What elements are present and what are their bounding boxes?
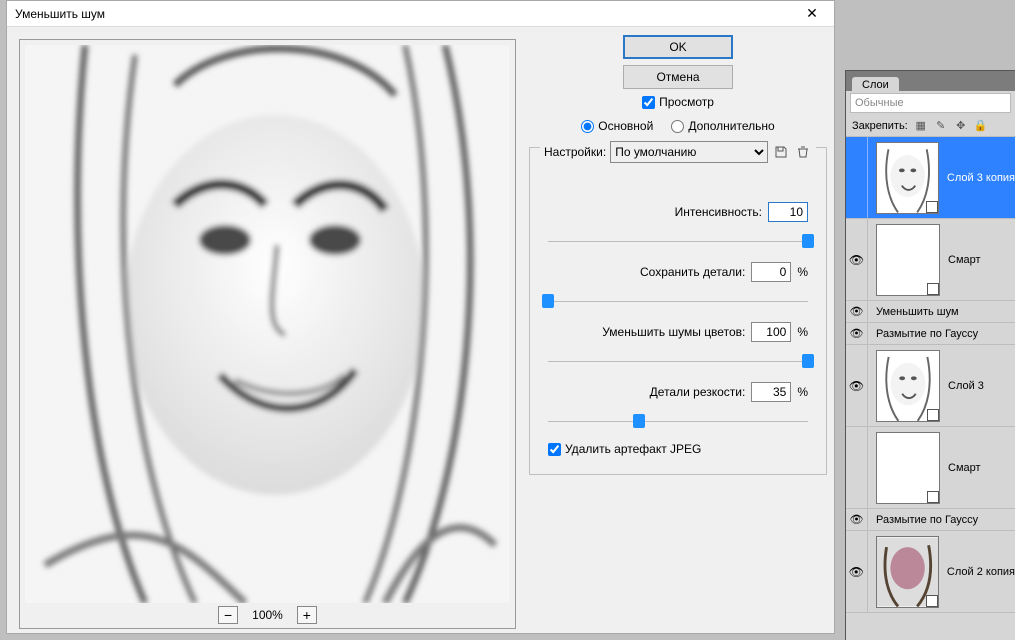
color-slider-group: Уменьшить шумы цветов:% — [548, 322, 808, 362]
preview-container: − 100% + — [19, 39, 516, 629]
tab-layers[interactable]: Слои — [852, 77, 899, 91]
settings-preset-select[interactable]: По умолчанию — [610, 141, 768, 163]
visibility-toggle[interactable]: 👁 — [846, 509, 868, 530]
lock-all-icon[interactable]: 🔒 — [974, 119, 988, 133]
remove-jpeg-label[interactable]: Удалить артефакт JPEG — [565, 442, 701, 456]
layer-thumbnail[interactable] — [876, 536, 939, 608]
lock-label: Закрепить: — [852, 120, 908, 132]
strength-slider-track[interactable] — [548, 228, 808, 242]
visibility-toggle[interactable]: 👁 — [846, 323, 868, 344]
color-input[interactable] — [751, 322, 791, 342]
zoom-controls: − 100% + — [20, 602, 515, 628]
color-slider-thumb[interactable] — [802, 354, 814, 368]
color-label: Уменьшить шумы цветов: — [602, 325, 745, 339]
layer-item[interactable]: Слой 3 копия — [846, 137, 1015, 219]
zoom-out-button[interactable]: − — [218, 606, 238, 624]
layers-tabbar: Слои — [846, 71, 1015, 91]
dialog-titlebar: Уменьшить шум ✕ — [7, 1, 834, 27]
layer-thumbnail[interactable] — [876, 224, 940, 296]
mode-basic-input[interactable] — [581, 120, 594, 133]
layer-item[interactable]: Смарт — [846, 427, 1015, 509]
lock-transparency-icon[interactable]: ▦ — [914, 119, 928, 133]
ok-button[interactable]: OK — [623, 35, 733, 59]
mode-basic-label: Основной — [598, 119, 653, 133]
mode-advanced-radio[interactable]: Дополнительно — [671, 119, 774, 133]
preserve-label: Сохранить детали: — [640, 265, 745, 279]
layers-panel: Слои Обычные Закрепить: ▦ ✎ ✥ 🔒 Слой 3 к… — [845, 70, 1015, 640]
preview-checkbox[interactable] — [642, 96, 655, 109]
layer-item[interactable]: 👁 Слой 3 — [846, 345, 1015, 427]
dialog-controls: OK Отмена Просмотр Основной Дополнительн… — [529, 35, 827, 475]
visibility-toggle[interactable]: 👁 — [846, 345, 868, 426]
visibility-toggle[interactable]: 👁 — [846, 219, 868, 300]
delete-preset-icon[interactable] — [794, 143, 812, 161]
mode-advanced-label: Дополнительно — [688, 119, 774, 133]
layer-name: Слой 3 — [948, 380, 984, 392]
remove-jpeg-checkbox[interactable] — [548, 443, 561, 456]
preview-image[interactable] — [25, 45, 509, 603]
preview-checkbox-label[interactable]: Просмотр — [659, 95, 714, 109]
settings-label: Настройки: — [544, 145, 606, 159]
mode-basic-radio[interactable]: Основной — [581, 119, 653, 133]
sharpen-label: Детали резкости: — [650, 385, 746, 399]
lock-paint-icon[interactable]: ✎ — [934, 119, 948, 133]
layer-item[interactable]: 👁 Смарт — [846, 219, 1015, 301]
sharpen-slider-thumb[interactable] — [633, 414, 645, 428]
mode-advanced-input[interactable] — [671, 120, 684, 133]
layer-name: Слой 3 копия — [947, 172, 1015, 184]
layer-item[interactable]: 👁 Слой 2 копия — [846, 531, 1015, 613]
lock-move-icon[interactable]: ✥ — [954, 119, 968, 133]
color-unit: % — [797, 325, 808, 339]
strength-label: Интенсивность: — [675, 205, 762, 219]
reduce-noise-dialog: Уменьшить шум ✕ — [6, 0, 835, 634]
smart-filter-item[interactable]: 👁Размытие по Гауссу — [846, 509, 1015, 531]
smart-filter-label: Уменьшить шум — [868, 306, 959, 318]
smart-filter-item[interactable]: 👁Уменьшить шум — [846, 301, 1015, 323]
preserve-input[interactable] — [751, 262, 791, 282]
sharpen-unit: % — [797, 385, 808, 399]
cancel-button[interactable]: Отмена — [623, 65, 733, 89]
smart-filter-label: Размытие по Гауссу — [868, 514, 978, 526]
save-preset-icon[interactable] — [772, 143, 790, 161]
preserve-slider-group: Сохранить детали:% — [548, 262, 808, 302]
layer-thumbnail[interactable] — [876, 350, 940, 422]
sharpen-slider-track[interactable] — [548, 408, 808, 422]
lock-row: Закрепить: ▦ ✎ ✥ 🔒 — [846, 115, 1015, 137]
visibility-toggle[interactable] — [846, 137, 868, 218]
zoom-level: 100% — [252, 608, 283, 622]
settings-group: Настройки: По умолчанию Интенсивность:Со… — [529, 147, 827, 475]
zoom-in-button[interactable]: + — [297, 606, 317, 624]
visibility-toggle[interactable] — [846, 427, 868, 508]
visibility-toggle[interactable]: 👁 — [846, 531, 868, 612]
color-slider-track[interactable] — [548, 348, 808, 362]
preserve-slider-track[interactable] — [548, 288, 808, 302]
sharpen-input[interactable] — [751, 382, 791, 402]
strength-input[interactable] — [768, 202, 808, 222]
layer-thumbnail[interactable] — [876, 142, 939, 214]
smart-filter-item[interactable]: 👁Размытие по Гауссу — [846, 323, 1015, 345]
layer-name: Смарт — [948, 462, 981, 474]
strength-slider-group: Интенсивность: — [548, 202, 808, 242]
visibility-toggle[interactable]: 👁 — [846, 301, 868, 322]
dialog-title: Уменьшить шум — [15, 7, 105, 21]
strength-slider-thumb[interactable] — [802, 234, 814, 248]
preserve-slider-thumb[interactable] — [542, 294, 554, 308]
blend-mode-select[interactable]: Обычные — [850, 93, 1011, 113]
smart-filter-label: Размытие по Гауссу — [868, 328, 978, 340]
preserve-unit: % — [797, 265, 808, 279]
close-icon[interactable]: ✕ — [790, 1, 834, 27]
sharpen-slider-group: Детали резкости:% — [548, 382, 808, 422]
layer-name: Смарт — [948, 254, 981, 266]
layer-name: Слой 2 копия — [947, 566, 1015, 578]
layer-thumbnail[interactable] — [876, 432, 940, 504]
